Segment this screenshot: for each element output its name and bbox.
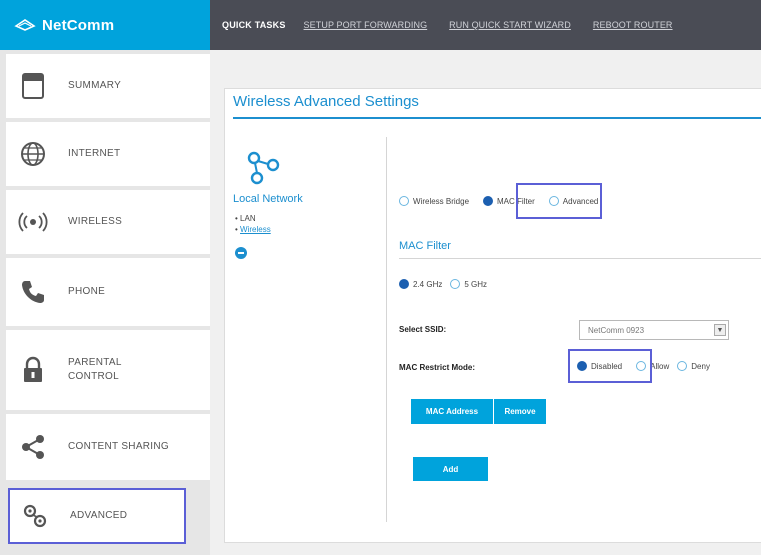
router-admin-page: NetComm QUICK TASKS SETUP PORT FORWARDIN… [0,0,761,555]
column-divider [386,137,387,522]
sidebar-item-label: INTERNET [68,148,121,159]
sidebar-item-summary[interactable]: SUMMARY [6,54,210,118]
share-icon [16,430,50,464]
quick-tasks-label: QUICK TASKS [222,20,286,30]
sidebar-item-content-sharing[interactable]: CONTENT SHARING [6,414,210,480]
ssid-select[interactable]: NetComm 0923 ▼ [579,320,729,340]
local-network-icon [247,151,280,185]
sidebar-item-advanced[interactable]: ADVANCED [8,488,186,544]
local-network-title: Local Network [233,193,303,205]
add-button[interactable]: Add [413,457,488,481]
sidebar-item-phone[interactable]: PHONE [6,258,210,326]
wireless-icon [16,205,50,239]
mac-filter-title: MAC Filter [399,240,451,252]
mac-filter-highlight [516,183,602,219]
page-title: Wireless Advanced Settings [233,93,419,110]
main-content: Wireless Advanced Settings Local Network… [210,50,761,555]
sidebar-item-label: PHONE [68,286,106,297]
reboot-router-link[interactable]: REBOOT ROUTER [593,20,673,30]
sidebar-item-label: CONTENT SHARING [68,441,169,452]
section-divider [399,258,761,259]
disabled-highlight [568,349,652,383]
mac-address-column-header: MAC Address [411,399,494,424]
settings-panel: Wireless Advanced Settings Local Network… [224,88,761,543]
logo[interactable]: NetComm [0,0,210,50]
summary-icon [16,69,50,103]
sidebar-item-label: PARENTAL CONTROL [68,357,122,382]
sidebar-item-parental-control[interactable]: PARENTAL CONTROL [6,330,210,410]
mac-table-header: MAC Address Remove [411,399,546,424]
select-ssid-label: Select SSID: [399,325,447,334]
remove-column-header: Remove [504,407,536,416]
netcomm-logo-icon [14,19,36,31]
mac-restrict-mode-label: MAC Restrict Mode: [399,363,476,372]
local-network-item-lan[interactable]: • LAN [235,213,271,224]
band-5ghz-radio[interactable]: 5 GHz [450,279,487,289]
sidebar-item-label: WIRELESS [68,216,123,227]
sidebar-item-label: ADVANCED [70,510,128,521]
sidebar-item-internet[interactable]: INTERNET [6,122,210,186]
sidebar-item-label: SUMMARY [68,80,122,91]
title-divider [233,117,761,119]
gears-icon [18,499,52,533]
globe-icon [16,137,50,171]
logo-text: NetComm [42,16,115,34]
local-network-list: • LAN • Wireless [235,213,271,235]
sidebar-item-wireless[interactable]: WIRELESS [6,190,210,254]
band-radio-group: 2.4 GHz 5 GHz [399,279,495,289]
local-network-item-wireless[interactable]: • Wireless [235,224,271,235]
band-2-4ghz-radio[interactable]: 2.4 GHz [399,279,442,289]
setup-port-forwarding-link[interactable]: SETUP PORT FORWARDING [304,20,428,30]
phone-icon [16,275,50,309]
sidebar: SUMMARY INTERNET WIRELESS PHONE PARENTAL… [0,50,210,555]
chevron-down-icon: ▼ [714,324,726,336]
wireless-bridge-radio[interactable]: Wireless Bridge [399,196,469,206]
lock-icon [16,353,50,387]
restrict-deny-radio[interactable]: Deny [677,361,710,371]
run-quick-start-wizard-link[interactable]: RUN QUICK START WIZARD [449,20,571,30]
top-navigation: QUICK TASKS SETUP PORT FORWARDING RUN QU… [210,0,761,50]
collapse-button[interactable] [235,247,247,259]
